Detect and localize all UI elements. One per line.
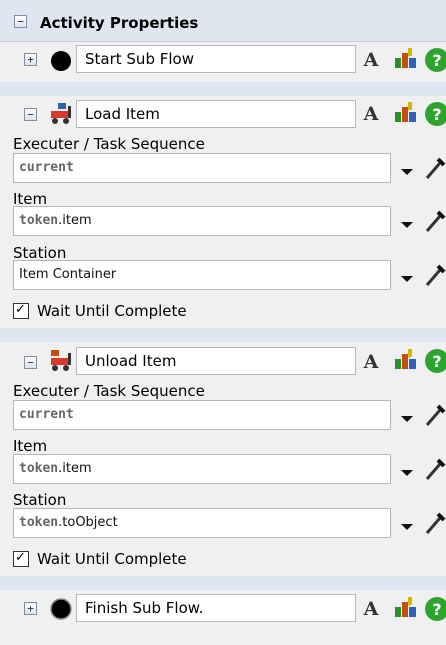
item-dropdown-button[interactable] (400, 466, 414, 480)
help-icon[interactable]: ? (424, 101, 446, 127)
help-icon[interactable]: ? (424, 47, 446, 73)
svg-text:?: ? (432, 600, 441, 619)
expand-finish-button[interactable]: + (24, 602, 37, 615)
color-palette-icon[interactable] (393, 347, 419, 373)
executer-label: Executer / Task Sequence (13, 382, 205, 400)
color-palette-icon[interactable] (393, 100, 419, 126)
eyedropper-icon[interactable] (424, 262, 446, 288)
help-icon[interactable]: ? (424, 596, 446, 622)
station-dropdown-button[interactable] (400, 520, 414, 534)
executer-dropdown-button[interactable] (400, 412, 414, 426)
panel-title: Activity Properties (40, 14, 199, 32)
station-value: Item Container (19, 267, 117, 282)
separator (0, 328, 446, 342)
svg-text:?: ? (432, 105, 441, 124)
executer-label: Executer / Task Sequence (13, 135, 205, 153)
station-member: .toObject (58, 515, 118, 530)
help-icon[interactable]: ? (424, 348, 446, 374)
eyedropper-icon[interactable] (424, 402, 446, 428)
executer-field[interactable]: current (13, 153, 391, 183)
font-button[interactable]: A (361, 597, 381, 621)
executer-value: current (19, 407, 74, 422)
station-label: Station (13, 491, 67, 509)
checkmark-icon: ✓ (15, 302, 26, 317)
eyedropper-icon[interactable] (424, 510, 446, 536)
font-button[interactable]: A (361, 102, 381, 126)
item-label: Item (13, 437, 48, 455)
separator (0, 82, 446, 96)
wait-until-complete-checkbox[interactable]: ✓ (13, 302, 29, 319)
eyedropper-icon[interactable] (424, 208, 446, 234)
station-field[interactable]: token.toObject (13, 508, 391, 538)
start-name-field[interactable]: Start Sub Flow (76, 45, 356, 73)
station-dropdown-button[interactable] (400, 272, 414, 286)
eyedropper-icon[interactable] (424, 155, 446, 181)
collapse-panel-button[interactable]: − (14, 15, 27, 28)
load-name-field[interactable]: Load Item (76, 100, 356, 128)
svg-text:?: ? (432, 51, 441, 70)
font-button[interactable]: A (361, 48, 381, 72)
item-field[interactable]: token.item (13, 206, 391, 236)
wait-until-complete-label: Wait Until Complete (37, 302, 187, 320)
forklift-load-icon (51, 103, 71, 124)
item-keyword: token (19, 213, 59, 228)
wait-until-complete-checkbox[interactable]: ✓ (13, 550, 29, 567)
executer-value: current (19, 160, 74, 175)
expand-start-button[interactable]: + (24, 53, 37, 66)
eyedropper-icon[interactable] (424, 456, 446, 482)
station-field[interactable]: Item Container (13, 260, 391, 290)
finish-name-field[interactable]: Finish Sub Flow. (76, 594, 356, 622)
item-field[interactable]: token.item (13, 454, 391, 484)
filled-circle-icon (51, 51, 71, 71)
collapse-load-button[interactable]: − (24, 108, 37, 121)
color-palette-icon[interactable] (393, 595, 419, 621)
item-keyword: token (19, 461, 59, 476)
executer-field[interactable]: current (13, 400, 391, 430)
wait-until-complete-label: Wait Until Complete (37, 550, 187, 568)
executer-dropdown-button[interactable] (400, 165, 414, 179)
station-keyword: token (19, 515, 59, 530)
separator (0, 576, 446, 590)
unload-name-field[interactable]: Unload Item (76, 347, 356, 375)
font-button[interactable]: A (361, 350, 381, 374)
forklift-unload-icon (51, 350, 71, 371)
checkmark-icon: ✓ (15, 550, 26, 565)
color-palette-icon[interactable] (393, 46, 419, 72)
item-dropdown-button[interactable] (400, 218, 414, 232)
activity-properties-header: − Activity Properties (0, 0, 446, 42)
ring-circle-icon (50, 598, 72, 620)
svg-text:?: ? (432, 352, 441, 371)
item-member: .item (58, 461, 92, 476)
item-member: .item (58, 213, 92, 228)
collapse-unload-button[interactable]: − (24, 356, 37, 369)
